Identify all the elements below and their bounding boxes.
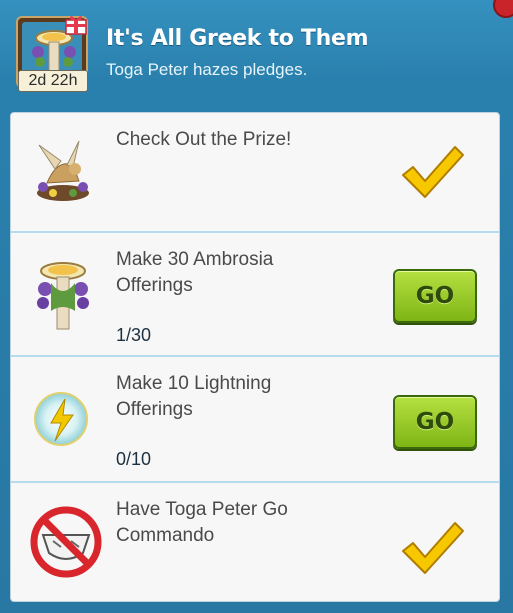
timer-badge: 2d 22h [18, 70, 88, 92]
page-subtitle: Toga Peter hazes pledges. [106, 60, 308, 79]
no-underwear-icon [30, 506, 102, 578]
task-label: Make 10 Lightning Offerings [116, 373, 272, 420]
go-button[interactable]: GO [393, 395, 477, 449]
task-label: Have Toga Peter Go Commando [116, 499, 288, 546]
task-list: Check Out the Prize! Make 30 Ambrosia Of… [10, 112, 500, 602]
close-icon[interactable] [493, 0, 513, 18]
task-row-lightning: Make 10 Lightning Offerings 0/10 GO [11, 357, 499, 481]
winged-lion-statue-icon [37, 140, 89, 201]
checkmark-icon [402, 522, 464, 574]
task-label: Check Out the Prize! [116, 129, 292, 150]
task-row-commando: Have Toga Peter Go Commando [11, 483, 499, 601]
go-button[interactable]: GO [393, 269, 477, 323]
page-title: It's All Greek to Them [106, 26, 369, 51]
task-label: Make 30 Ambrosia Offerings [116, 249, 274, 296]
task-row-ambrosia: Make 30 Ambrosia Offerings 1/30 GO [11, 233, 499, 355]
task-row-prize: Check Out the Prize! [11, 113, 499, 231]
task-progress: 0/10 [116, 449, 152, 469]
ambrosia-altar-icon [37, 262, 89, 330]
lightning-orb-icon [34, 392, 88, 446]
quest-panel: 2d 22h It's All Greek to Them Toga Peter… [0, 0, 513, 613]
gift-icon [65, 16, 87, 35]
task-progress: 1/30 [116, 325, 152, 345]
checkmark-icon [402, 146, 464, 198]
